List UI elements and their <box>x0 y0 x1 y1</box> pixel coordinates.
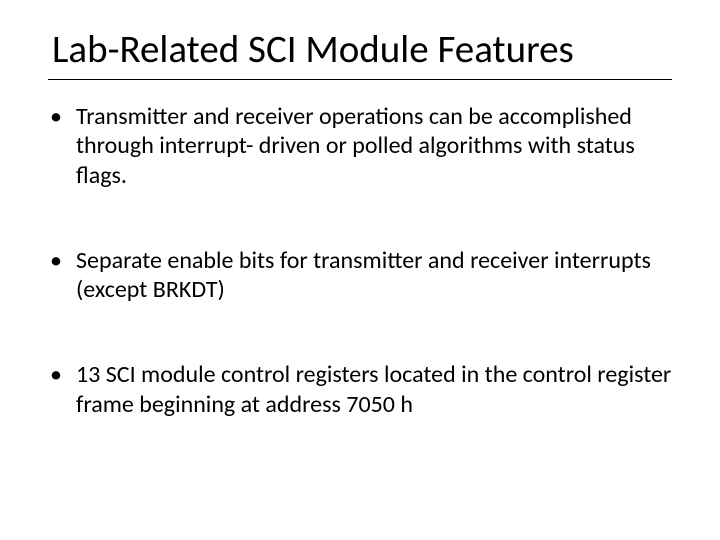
bullet-item: 13 SCI module control registers located … <box>48 360 672 419</box>
bullet-list: Transmitter and receiver operations can … <box>48 102 672 419</box>
title-underline <box>48 79 672 80</box>
bullet-item: Transmitter and receiver operations can … <box>48 102 672 190</box>
slide: Lab-Related SCI Module Features Transmit… <box>0 0 720 540</box>
bullet-item: Separate enable bits for transmitter and… <box>48 246 672 305</box>
slide-title: Lab-Related SCI Module Features <box>48 26 672 73</box>
